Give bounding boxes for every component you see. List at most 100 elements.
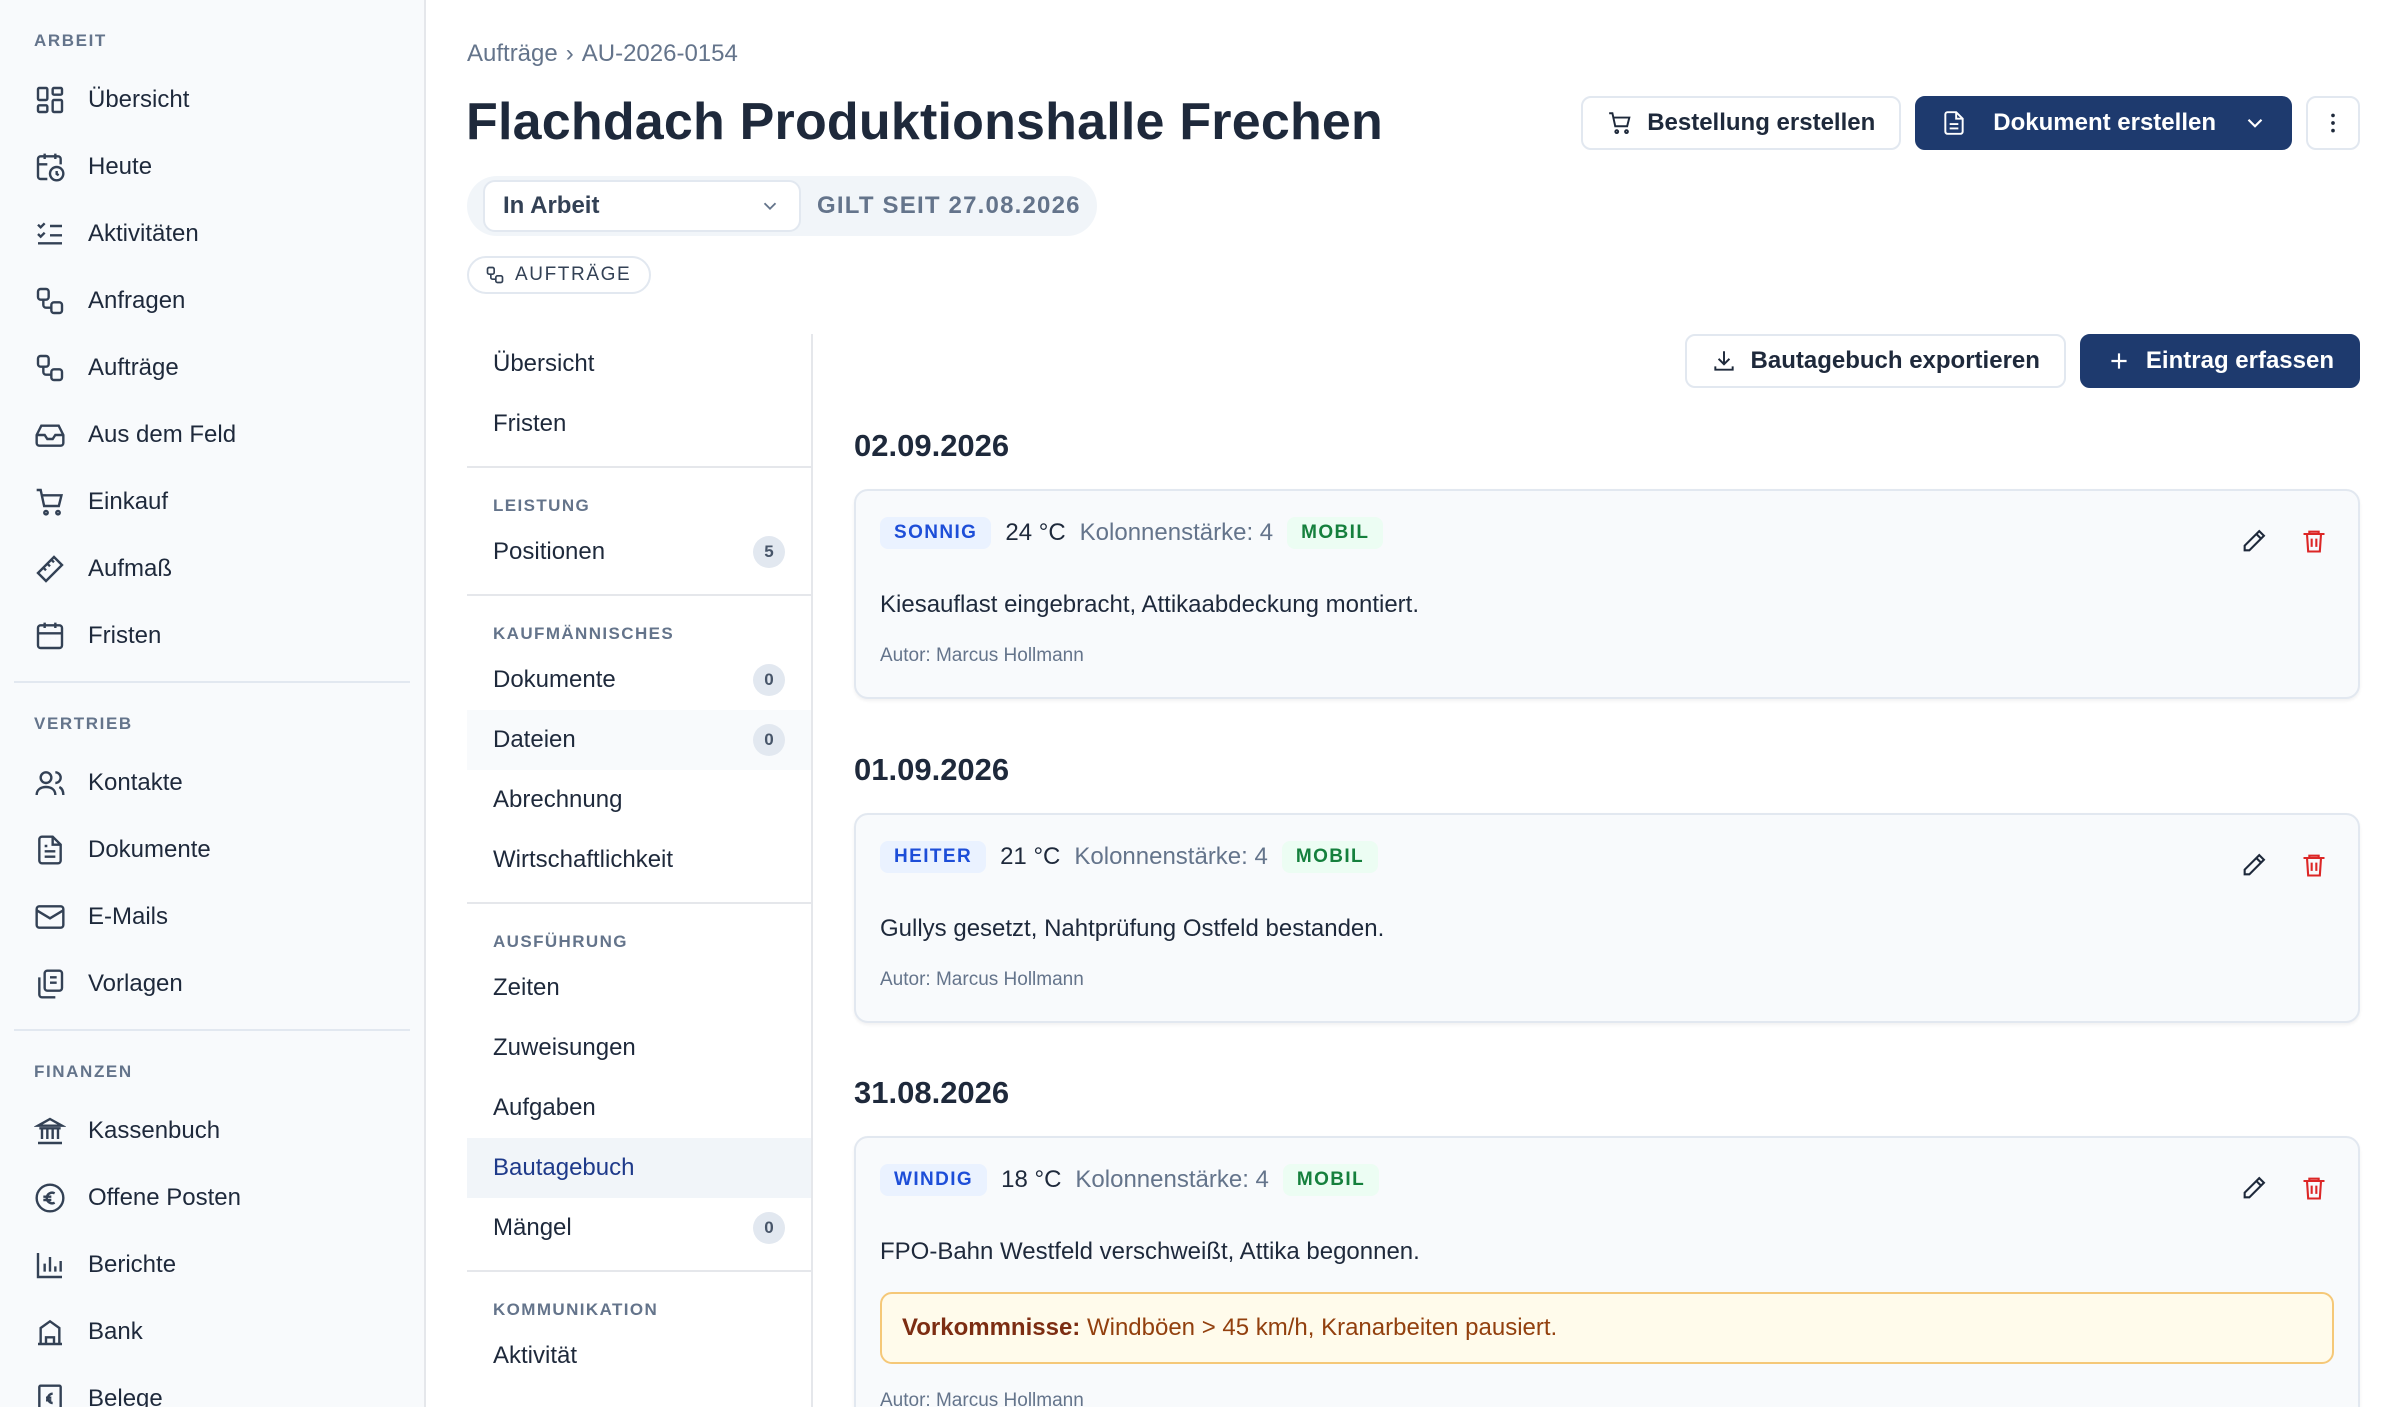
sidebar-item-fristen[interactable]: Fristen bbox=[0, 602, 424, 669]
cart-icon bbox=[36, 488, 64, 516]
sidebar-item-aus-dem-feld[interactable]: Aus dem Feld bbox=[0, 401, 424, 468]
subnav-item-abrechnung[interactable]: Abrechnung bbox=[467, 770, 811, 830]
subnav-item-bautagebuch[interactable]: Bautagebuch bbox=[467, 1138, 811, 1198]
status-value: In Arbeit bbox=[503, 192, 600, 219]
building-icon bbox=[38, 1319, 62, 1345]
more-actions-button[interactable] bbox=[2306, 96, 2360, 150]
breadcrumb-link-auftraege[interactable]: Aufträge bbox=[467, 40, 558, 68]
receipt-icon bbox=[38, 1383, 62, 1407]
sidebar-item-auftraege[interactable]: Aufträge bbox=[0, 334, 424, 401]
diary-entry: WINDIG 18 °C Kolonnenstärke: 4 MOBIL FPO… bbox=[854, 1136, 2360, 1407]
entry-date: 01.09.2026 bbox=[854, 752, 1010, 787]
entry-date: 31.08.2026 bbox=[854, 1075, 1010, 1110]
subnav-item-label: Dateien bbox=[493, 726, 576, 753]
ruler-icon bbox=[36, 554, 64, 583]
bar-chart-icon bbox=[36, 1252, 62, 1278]
incident-box: Vorkommnisse: Windböen > 45 km/h, Kranar… bbox=[880, 1292, 2334, 1364]
weather-badge: HEITER bbox=[880, 841, 987, 873]
document-icon bbox=[1944, 111, 1964, 135]
construction-diary: Bautagebuch exportieren Eintrag erfassen… bbox=[854, 334, 2360, 1407]
source-badge: MOBIL bbox=[1281, 841, 1379, 873]
subnav-section-label: LEISTUNG bbox=[493, 496, 591, 515]
sidebar-item-belege[interactable]: Belege bbox=[0, 1365, 424, 1407]
sidebar-item-label: Heute bbox=[88, 152, 153, 180]
category-tag-label: AUFTRÄGE bbox=[515, 264, 632, 285]
subnav-item-dokumente[interactable]: Dokumente 0 bbox=[467, 650, 811, 710]
subnav-item-maengel[interactable]: Mängel 0 bbox=[467, 1198, 811, 1258]
subnav-item-label: Zeiten bbox=[493, 974, 560, 1001]
sidebar-item-kassenbuch[interactable]: Kassenbuch bbox=[0, 1097, 424, 1164]
document-icon bbox=[38, 834, 62, 865]
mail-icon bbox=[35, 904, 65, 929]
trash-icon[interactable] bbox=[2300, 527, 2328, 555]
subnav-section-label: AUSFÜHRUNG bbox=[493, 932, 628, 951]
checklist-icon bbox=[37, 221, 62, 245]
pencil-icon[interactable] bbox=[2240, 527, 2268, 555]
users-icon bbox=[35, 770, 65, 795]
pencil-icon[interactable] bbox=[2240, 851, 2268, 879]
incident-label: Vorkommnisse: bbox=[902, 1314, 1081, 1341]
diary-entry: SONNIG 24 °C Kolonnenstärke: 4 MOBIL Kie… bbox=[854, 489, 2360, 699]
trash-icon[interactable] bbox=[2300, 851, 2328, 879]
subnav-item-positionen[interactable]: Positionen 5 bbox=[467, 522, 811, 582]
subnav-item-dateien[interactable]: Dateien 0 bbox=[467, 710, 811, 770]
subnav-item-label: Aufgaben bbox=[493, 1094, 596, 1121]
subnav-item-uebersicht[interactable]: Übersicht bbox=[467, 334, 811, 394]
subnav-item-label: Positionen bbox=[493, 538, 606, 565]
subnav-item-aktivitaet[interactable]: Aktivität bbox=[467, 1326, 811, 1386]
download-icon bbox=[1713, 351, 1734, 371]
more-vertical-icon bbox=[2331, 113, 2335, 133]
sidebar-item-label: Fristen bbox=[88, 621, 162, 649]
breadcrumb-separator: › bbox=[565, 40, 574, 67]
status-select[interactable]: In Arbeit bbox=[483, 180, 801, 232]
subnav-item-zuweisungen[interactable]: Zuweisungen bbox=[467, 1018, 811, 1078]
plus-icon bbox=[2111, 353, 2127, 369]
cart-icon bbox=[1609, 112, 1631, 135]
sidebar-item-label: Anfragen bbox=[88, 286, 186, 314]
subnav-section-label: KOMMUNIKATION bbox=[493, 1300, 659, 1319]
trash-icon[interactable] bbox=[2300, 1174, 2328, 1202]
sidebar-item-offene-posten[interactable]: Offene Posten bbox=[0, 1164, 424, 1231]
subnav-item-aufgaben[interactable]: Aufgaben bbox=[467, 1078, 811, 1138]
sidebar-item-label: Aufträge bbox=[88, 353, 179, 381]
create-order-button[interactable]: Bestellung erstellen bbox=[1581, 96, 1902, 150]
count-badge: 0 bbox=[753, 1212, 785, 1244]
sidebar-item-kontakte[interactable]: Kontakte bbox=[0, 749, 424, 816]
temperature: 18 °C bbox=[1001, 1166, 1062, 1193]
subnav-item-wirtschaftlichkeit[interactable]: Wirtschaftlichkeit bbox=[467, 830, 811, 890]
export-diary-button[interactable]: Bautagebuch exportieren bbox=[1684, 334, 2066, 388]
source-badge: MOBIL bbox=[1287, 517, 1384, 549]
sidebar-item-berichte[interactable]: Berichte bbox=[0, 1231, 424, 1298]
subnav-item-zeiten[interactable]: Zeiten bbox=[467, 958, 811, 1018]
secondary-nav: Übersicht Fristen LEISTUNG Positionen 5 K… bbox=[467, 334, 813, 1407]
weather-badge: SONNIG bbox=[880, 517, 992, 549]
entry-text: Gullys gesetzt, Nahtprüfung Ostfeld best… bbox=[880, 915, 1385, 942]
breadcrumb: Aufträge › AU-2026-0154 bbox=[467, 40, 738, 68]
create-document-button[interactable]: Dokument erstellen bbox=[1915, 96, 2292, 150]
sidebar-item-anfragen[interactable]: Anfragen bbox=[0, 267, 424, 334]
source-badge: MOBIL bbox=[1282, 1164, 1380, 1196]
chevron-down-icon bbox=[2247, 118, 2263, 128]
sidebar-item-aufmass[interactable]: Aufmaß bbox=[0, 535, 424, 602]
sidebar-item-aktivitaeten[interactable]: Aktivitäten bbox=[0, 200, 424, 267]
status-bar: In Arbeit GILT SEIT 27.08.2026 bbox=[467, 176, 1097, 236]
sidebar-item-dokumente[interactable]: Dokumente bbox=[0, 816, 424, 883]
sidebar-item-einkauf[interactable]: Einkauf bbox=[0, 468, 424, 535]
pencil-icon[interactable] bbox=[2240, 1174, 2268, 1202]
add-entry-button[interactable]: Eintrag erfassen bbox=[2079, 334, 2360, 388]
sidebar-item-vorlagen[interactable]: Vorlagen bbox=[0, 950, 424, 1017]
subnav-item-fristen[interactable]: Fristen bbox=[467, 394, 811, 454]
sidebar-item-e-mails[interactable]: E-Mails bbox=[0, 883, 424, 950]
category-tag[interactable]: AUFTRÄGE bbox=[467, 256, 652, 294]
export-diary-label: Bautagebuch exportieren bbox=[1750, 347, 2040, 374]
sidebar-item-label: Belege bbox=[88, 1384, 163, 1407]
sidebar-item-heute[interactable]: Heute bbox=[0, 133, 424, 200]
inbox-icon bbox=[35, 423, 65, 447]
sidebar-item-label: Berichte bbox=[88, 1250, 177, 1278]
entry-text: Kiesauflast eingebracht, Attikaabdeckung… bbox=[880, 591, 1419, 618]
sidebar-item-uebersicht[interactable]: Übersicht bbox=[0, 66, 424, 133]
sidebar-item-bank[interactable]: Bank bbox=[0, 1298, 424, 1365]
calendar-icon bbox=[36, 622, 64, 649]
entry-tools bbox=[2240, 851, 2328, 879]
subnav-item-label: Zuweisungen bbox=[493, 1034, 636, 1061]
